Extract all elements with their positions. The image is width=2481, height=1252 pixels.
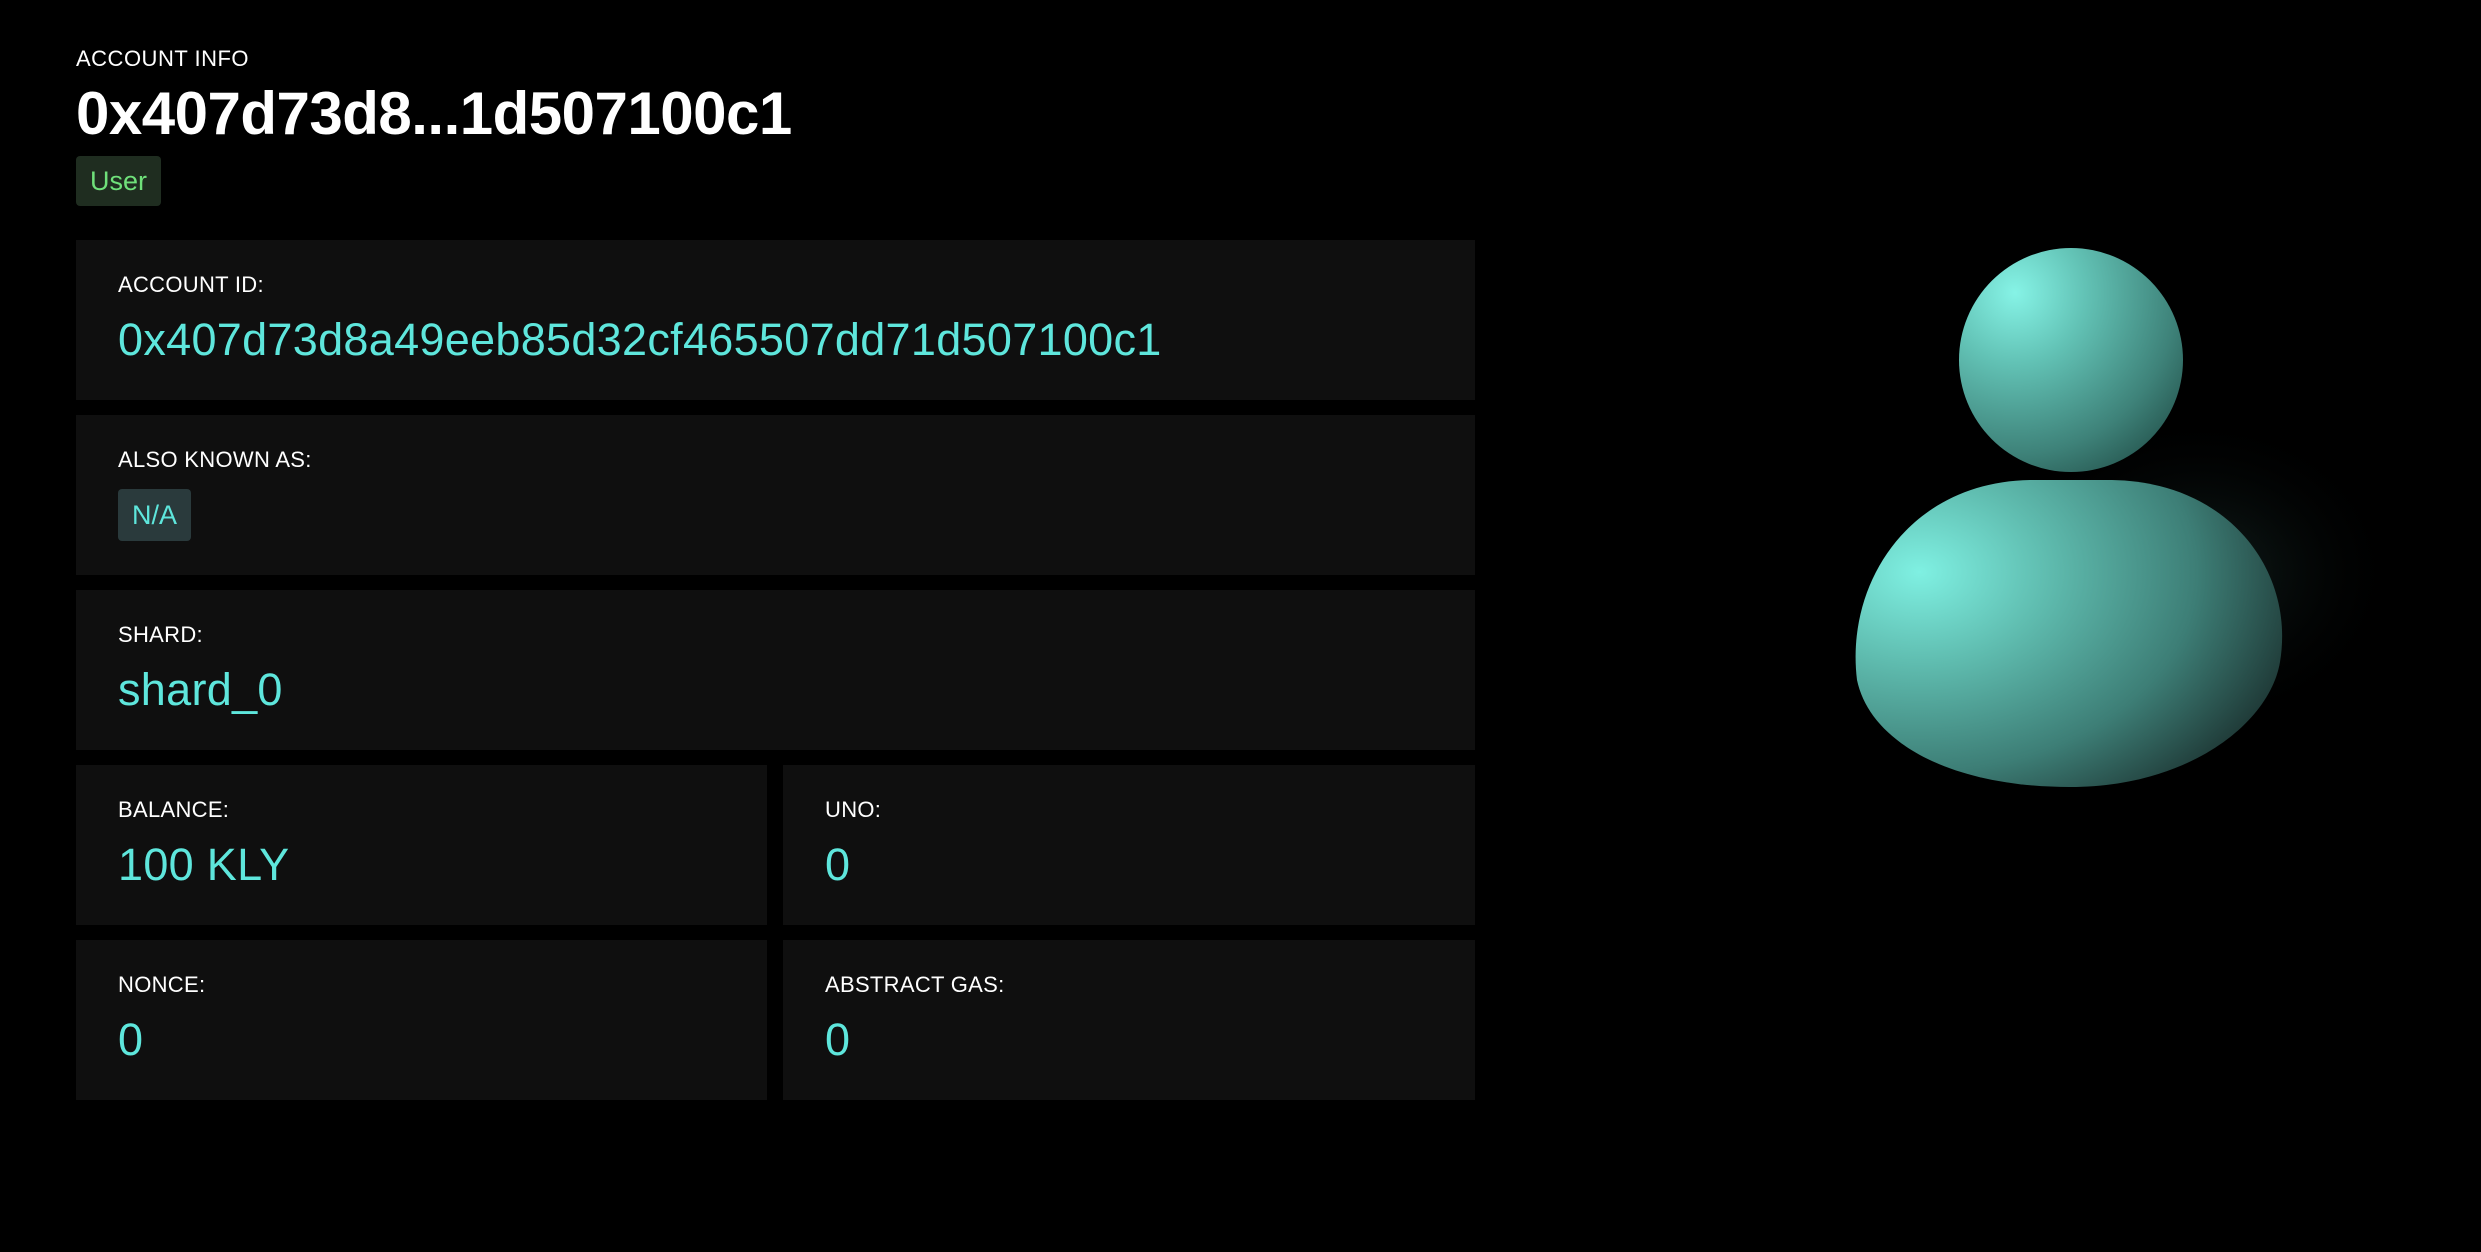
abstract-gas-panel: ABSTRACT GAS: 0 (783, 940, 1475, 1100)
account-id-label: ACCOUNT ID: (118, 272, 264, 297)
nonce-value: 0 (118, 1014, 144, 1065)
alias-badge: N/A (118, 489, 192, 541)
uno-value: 0 (825, 839, 851, 890)
account-id-value: 0x407d73d8a49eeb85d32cf465507dd71d507100… (118, 314, 1162, 365)
aliases-panel: ALSO KNOWN AS: N/A (76, 415, 1475, 575)
abstract-gas-label: ABSTRACT GAS: (825, 972, 1005, 997)
account-header: ACCOUNT INFO 0x407d73d8...1d507100c1 Use… (76, 44, 792, 206)
nonce-panel: NONCE: 0 (76, 940, 767, 1100)
user-avatar-icon (1840, 232, 2400, 812)
nonce-label: NONCE: (118, 972, 206, 997)
balance-value: 100 KLY (118, 839, 290, 890)
account-id-panel: ACCOUNT ID: 0x407d73d8a49eeb85d32cf46550… (76, 240, 1475, 400)
uno-label: UNO: (825, 797, 882, 822)
balance-panel: BALANCE: 100 KLY (76, 765, 767, 925)
role-badge: User (76, 156, 162, 206)
aliases-label: ALSO KNOWN AS: (118, 447, 312, 472)
section-eyebrow: ACCOUNT INFO (76, 46, 250, 71)
balance-label: BALANCE: (118, 797, 230, 822)
shard-value: shard_0 (118, 664, 283, 715)
shard-label: SHARD: (118, 622, 203, 647)
uno-panel: UNO: 0 (783, 765, 1475, 925)
abstract-gas-value: 0 (825, 1014, 851, 1065)
shard-panel: SHARD: shard_0 (76, 590, 1475, 750)
page-title: 0x407d73d8...1d507100c1 (76, 80, 792, 147)
